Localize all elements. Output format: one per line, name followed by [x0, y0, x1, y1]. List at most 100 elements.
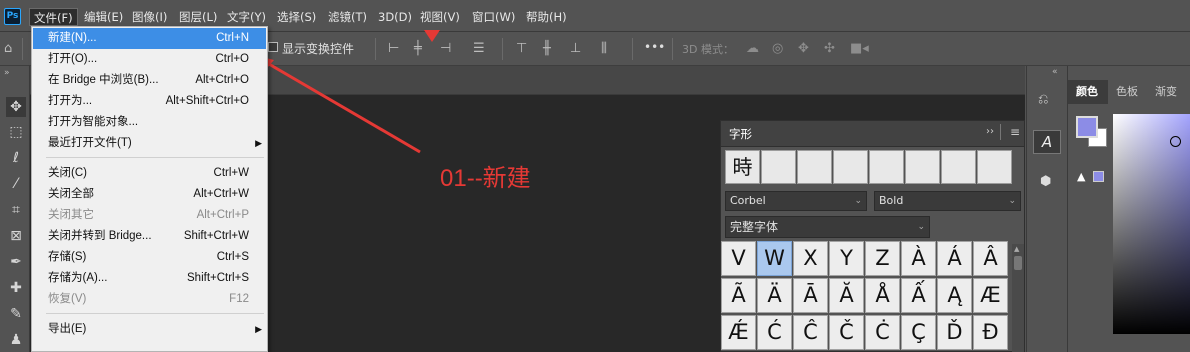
history-icon[interactable]: ⎌: [1038, 92, 1048, 107]
color-picker-field[interactable]: [1113, 114, 1190, 334]
menu-10[interactable]: 帮助(H): [526, 8, 567, 26]
home-icon[interactable]: ⌂: [4, 41, 12, 57]
file-menu-item[interactable]: 关闭全部 Alt+Ctrl+W: [33, 184, 266, 205]
crop-icon[interactable]: ⌗: [6, 200, 26, 220]
recent-glyph[interactable]: [905, 150, 940, 184]
recent-glyph[interactable]: [977, 150, 1012, 184]
3d-mode-label: 3D 模式：: [682, 43, 734, 56]
menu-6[interactable]: 滤镜(T): [328, 8, 367, 26]
glyph-cell[interactable]: Ā: [793, 278, 828, 313]
file-menu-item[interactable]: 新建(N)... Ctrl+N: [33, 28, 266, 49]
collapse-icon[interactable]: «: [1052, 67, 1058, 77]
menu-0[interactable]: 文件(F): [29, 8, 78, 26]
gamut-warning-icon[interactable]: ▲: [1077, 170, 1085, 183]
frame-icon[interactable]: ⊠: [6, 226, 26, 246]
tab-gradients[interactable]: 渐变: [1155, 81, 1177, 103]
scrollbar-thumb[interactable]: [1014, 256, 1022, 270]
menu-7[interactable]: 3D(D): [378, 8, 412, 26]
distribute-icon[interactable]: ☰: [473, 41, 485, 57]
glyph-cell[interactable]: Ċ: [865, 315, 900, 350]
glyph-cell[interactable]: V: [721, 241, 756, 276]
glyph-cell[interactable]: Ä: [757, 278, 792, 313]
glyph-cell[interactable]: Ç: [901, 315, 936, 350]
file-menu-item[interactable]: 最近打开文件(T) ▶: [33, 133, 266, 154]
file-menu-item[interactable]: 关闭并转到 Bridge... Shift+Ctrl+W: [33, 226, 266, 247]
glyphs-panel-icon[interactable]: A: [1033, 130, 1061, 154]
glyph-cell[interactable]: À: [901, 241, 936, 276]
align-middle-icon[interactable]: ╫: [543, 41, 551, 57]
file-menu-item[interactable]: 打开(O)... Ctrl+O: [33, 49, 266, 70]
brush-icon[interactable]: ✎: [6, 304, 26, 324]
recent-glyph[interactable]: [941, 150, 976, 184]
color-picker-cursor[interactable]: [1170, 136, 1181, 147]
glyph-cell[interactable]: Ă: [829, 278, 864, 313]
file-menu-item: 恢复(V) F12: [33, 289, 266, 310]
panel-collapse-icon[interactable]: ››: [986, 126, 994, 137]
glyph-cell[interactable]: Č: [829, 315, 864, 350]
align-center-icon[interactable]: ╪: [414, 41, 422, 57]
glyph-cell[interactable]: Æ: [973, 278, 1008, 313]
file-menu-item[interactable]: 打开为... Alt+Shift+Ctrl+O: [33, 91, 266, 112]
lasso-icon[interactable]: ℓ: [6, 148, 26, 168]
panel-menu-icon[interactable]: ≡: [1010, 125, 1020, 139]
menu-4[interactable]: 文字(Y): [227, 8, 266, 26]
recent-glyph[interactable]: [869, 150, 904, 184]
glyph-cell[interactable]: Z: [865, 241, 900, 276]
font-style-select[interactable]: Bold ⌄: [874, 191, 1021, 211]
menu-2[interactable]: 图像(I): [132, 8, 167, 26]
tab-swatches[interactable]: 色板: [1116, 81, 1138, 103]
more-options-button[interactable]: •••: [644, 40, 665, 54]
glyph-filter-select[interactable]: 完整字体 ⌄: [725, 216, 930, 238]
menu-3[interactable]: 图层(L): [179, 8, 217, 26]
file-menu-item[interactable]: 存储为(A)... Shift+Ctrl+S: [33, 268, 266, 289]
font-family-select[interactable]: Corbel ⌄: [725, 191, 867, 211]
menu-5[interactable]: 选择(S): [277, 8, 316, 26]
glyph-cell[interactable]: Â: [973, 241, 1008, 276]
recent-glyph[interactable]: [833, 150, 868, 184]
foreground-color-swatch[interactable]: [1076, 116, 1098, 138]
show-transform-label[interactable]: 显示变换控件: [282, 40, 354, 57]
menu-1[interactable]: 编辑(E): [84, 8, 123, 26]
file-menu-item[interactable]: 关闭(C) Ctrl+W: [33, 163, 266, 184]
glyph-cell[interactable]: Đ: [973, 315, 1008, 350]
eyedropper-icon[interactable]: ✒: [6, 252, 26, 272]
recent-glyph[interactable]: 時: [725, 150, 760, 184]
healing-icon[interactable]: ✚: [6, 278, 26, 298]
glyph-cell[interactable]: Ã: [721, 278, 756, 313]
file-menu-item[interactable]: 导出(E) ▶: [33, 319, 266, 340]
collapse-icon[interactable]: »: [4, 68, 10, 78]
show-transform-checkbox[interactable]: [268, 42, 278, 52]
glyph-cell[interactable]: Ć: [757, 315, 792, 350]
glyph-cell[interactable]: Ą: [937, 278, 972, 313]
glyph-cell[interactable]: Å: [865, 278, 900, 313]
glyph-cell[interactable]: Ĉ: [793, 315, 828, 350]
glyph-cell[interactable]: Ǽ: [721, 315, 756, 350]
align-right-icon[interactable]: ⊣: [440, 41, 451, 57]
3d-panel-icon[interactable]: ⬢: [1040, 174, 1051, 189]
glyph-cell[interactable]: W: [757, 241, 792, 276]
gamut-swatch[interactable]: [1093, 171, 1104, 182]
align-top-icon[interactable]: ⊤: [516, 41, 527, 57]
glyph-cell[interactable]: X: [793, 241, 828, 276]
magic-wand-icon[interactable]: ⁄: [6, 174, 26, 194]
recent-glyph[interactable]: [761, 150, 796, 184]
recent-glyph[interactable]: [797, 150, 832, 184]
tab-color[interactable]: 颜色: [1076, 81, 1098, 103]
move-icon[interactable]: ✥: [6, 97, 26, 117]
file-menu-item[interactable]: 打开为智能对象...: [33, 112, 266, 133]
menu-8[interactable]: 视图(V): [420, 8, 460, 26]
glyph-cell[interactable]: Y: [829, 241, 864, 276]
glyph-cell[interactable]: Ď: [937, 315, 972, 350]
scroll-up-icon[interactable]: ▲: [1014, 245, 1019, 253]
distribute-vertical-icon[interactable]: ⫼: [601, 41, 607, 57]
file-menu-item[interactable]: 存储(S) Ctrl+S: [33, 247, 266, 268]
glyph-cell[interactable]: Ấ: [901, 278, 936, 313]
file-menu-item[interactable]: 在 Bridge 中浏览(B)... Alt+Ctrl+O: [33, 70, 266, 91]
stamp-icon[interactable]: ♟: [6, 330, 26, 350]
photoshop-logo: Ps: [4, 8, 21, 25]
align-left-icon[interactable]: ⊢: [388, 41, 399, 57]
glyph-cell[interactable]: Á: [937, 241, 972, 276]
align-bottom-icon[interactable]: ⊥: [570, 41, 581, 57]
menu-9[interactable]: 窗口(W): [472, 8, 515, 26]
marquee-icon[interactable]: ⬚: [6, 122, 26, 142]
